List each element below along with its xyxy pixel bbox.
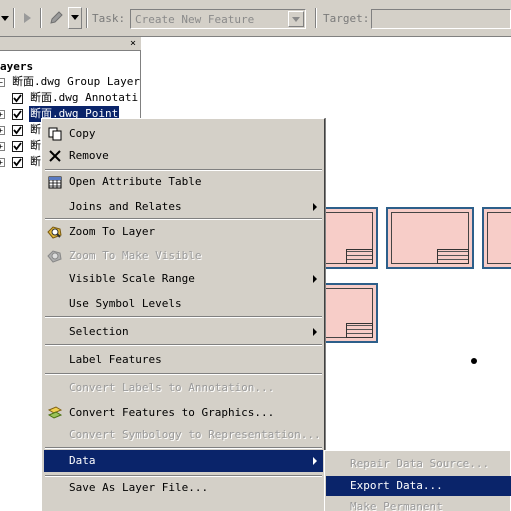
menu-item-label: Data: [69, 454, 96, 467]
layer-label: 断面.dwg Annotati: [30, 91, 139, 104]
toc-annotation-row[interactable]: 断面.dwg Annotati: [0, 90, 141, 106]
menu-item-label: Convert Labels to Annotation...: [69, 381, 275, 394]
submenu-arrow-icon: [313, 203, 317, 211]
menu-item-label: Remove: [69, 149, 109, 162]
menu-separator: [45, 218, 322, 220]
menu-item-label-features[interactable]: Label Features: [44, 349, 323, 371]
toolbar-separator: [13, 8, 15, 28]
menu-item-label: Repair Data Source...: [350, 457, 490, 470]
menu-item-label: Zoom To Make Visible: [69, 249, 202, 262]
menu-item-label: Export Data...: [350, 479, 443, 492]
drawing-sheet: [386, 207, 474, 269]
toc-titlebar: ×: [0, 37, 141, 51]
menu-item-label: Copy: [69, 127, 96, 140]
expand-icon[interactable]: +: [0, 110, 5, 119]
target-label: Target:: [323, 12, 370, 25]
submenu-arrow-icon: [313, 328, 317, 336]
menu-item-convert-labels-to-annotation: Convert Labels to Annotation...: [44, 377, 323, 399]
zoom-visible-icon: [47, 248, 63, 264]
menu-separator: [45, 316, 322, 318]
toolbar-dropdown-arrow-button[interactable]: [0, 7, 10, 29]
submenu-arrow-icon: [313, 275, 317, 283]
drawing-sheet: [482, 207, 511, 269]
layer-visibility-checkbox[interactable]: [12, 157, 23, 168]
layer-label: 断: [30, 123, 41, 136]
data-submenu: Repair Data Source... Export Data... Mak…: [324, 450, 511, 511]
menu-item-make-permanent: Make Permanent: [326, 497, 511, 511]
layer-label: 断面.dwg Group Layer: [12, 75, 140, 88]
sheet-title-block: [345, 323, 373, 338]
menu-item-label: Make Permanent: [350, 500, 443, 511]
menu-item-zoom-to-layer[interactable]: Zoom To Layer: [44, 221, 323, 243]
edit-pencil-button[interactable]: [45, 7, 67, 29]
menu-item-label: Convert Features to Graphics...: [69, 406, 275, 419]
toolbar-separator: [40, 8, 42, 28]
zoom-to-layer-icon: [47, 224, 63, 240]
layer-visibility-checkbox[interactable]: [12, 93, 23, 104]
toolbar-separator: [86, 8, 88, 28]
menu-item-label: Convert Symbology to Representation...: [69, 428, 321, 441]
expand-icon[interactable]: +: [0, 126, 5, 135]
toc-group-layer-row[interactable]: − 断面.dwg Group Layer: [0, 74, 141, 90]
menu-item-selection[interactable]: Selection: [44, 321, 323, 343]
sheet-title-block: [345, 248, 373, 264]
task-label: Task:: [92, 12, 126, 25]
menu-item-open-attribute-table[interactable]: Open Attribute Table: [44, 171, 323, 193]
menu-item-repair-data-source: Repair Data Source...: [326, 454, 511, 474]
layer-label: 断: [30, 155, 41, 168]
menu-item-convert-symbology: Convert Symbology to Representation...: [44, 424, 323, 446]
menu-item-label: Zoom To Layer: [69, 225, 156, 238]
menu-item-visible-scale-range[interactable]: Visible Scale Range: [44, 268, 323, 290]
menu-separator: [45, 344, 322, 346]
menu-item-zoom-to-make-visible: Zoom To Make Visible: [44, 245, 323, 267]
sheet-frame: [487, 212, 511, 264]
table-icon: [47, 174, 63, 190]
collapse-icon[interactable]: −: [0, 78, 5, 87]
menu-item-save-as-layer-file[interactable]: Save As Layer File...: [44, 477, 323, 499]
menu-item-label: Label Features: [69, 353, 162, 366]
menu-item-label: Visible Scale Range: [69, 272, 195, 285]
task-combo-value: Create New Feature: [135, 13, 255, 26]
menu-item-remove[interactable]: Remove: [44, 145, 323, 167]
menu-item-label: Use Symbol Levels: [69, 297, 182, 310]
submenu-arrow-icon: [313, 457, 317, 465]
expand-icon[interactable]: +: [0, 142, 5, 151]
pencil-icon: [50, 11, 63, 24]
menu-item-copy[interactable]: Copy: [44, 123, 323, 145]
chevron-down-icon[interactable]: [288, 11, 304, 27]
target-combo[interactable]: [371, 9, 511, 29]
remove-icon: [47, 148, 63, 164]
menu-item-export-data[interactable]: Export Data...: [326, 476, 511, 496]
menu-item-label: Selection: [69, 325, 129, 338]
menu-item-label: Save As Layer File...: [69, 481, 209, 494]
menu-item-data[interactable]: Data: [44, 450, 323, 472]
play-arrow-icon[interactable]: [19, 7, 35, 29]
sheet-title-block: [437, 248, 469, 264]
menu-item-convert-features-to-graphics[interactable]: Convert Features to Graphics...: [44, 402, 323, 424]
task-combo[interactable]: Create New Feature: [130, 9, 306, 29]
menu-item-label: Joins and Relates: [69, 200, 182, 213]
layer-visibility-checkbox[interactable]: [12, 125, 23, 136]
layer-visibility-checkbox[interactable]: [12, 141, 23, 152]
toc-layers-root[interactable]: ayers: [0, 59, 33, 75]
menu-separator: [45, 373, 322, 375]
close-icon[interactable]: ×: [128, 39, 138, 49]
edit-tool-dropdown-button[interactable]: [68, 7, 82, 29]
toolbar-separator: [315, 8, 317, 28]
convert-graphics-icon: [47, 405, 63, 421]
menu-item-joins-and-relates[interactable]: Joins and Relates: [44, 196, 323, 218]
menu-item-use-symbol-levels[interactable]: Use Symbol Levels: [44, 293, 323, 315]
menu-separator: [45, 447, 322, 449]
layer-context-menu: Copy Remove Open Attribute Table Joins a…: [41, 118, 325, 511]
layer-visibility-checkbox[interactable]: [12, 109, 23, 120]
editor-toolbar: Task: Create New Feature Target:: [0, 0, 511, 37]
menu-item-label: Open Attribute Table: [69, 175, 202, 188]
expand-icon[interactable]: +: [0, 158, 5, 167]
layer-label: 断: [30, 139, 41, 152]
copy-icon: [47, 126, 63, 142]
point-feature: [471, 358, 477, 364]
